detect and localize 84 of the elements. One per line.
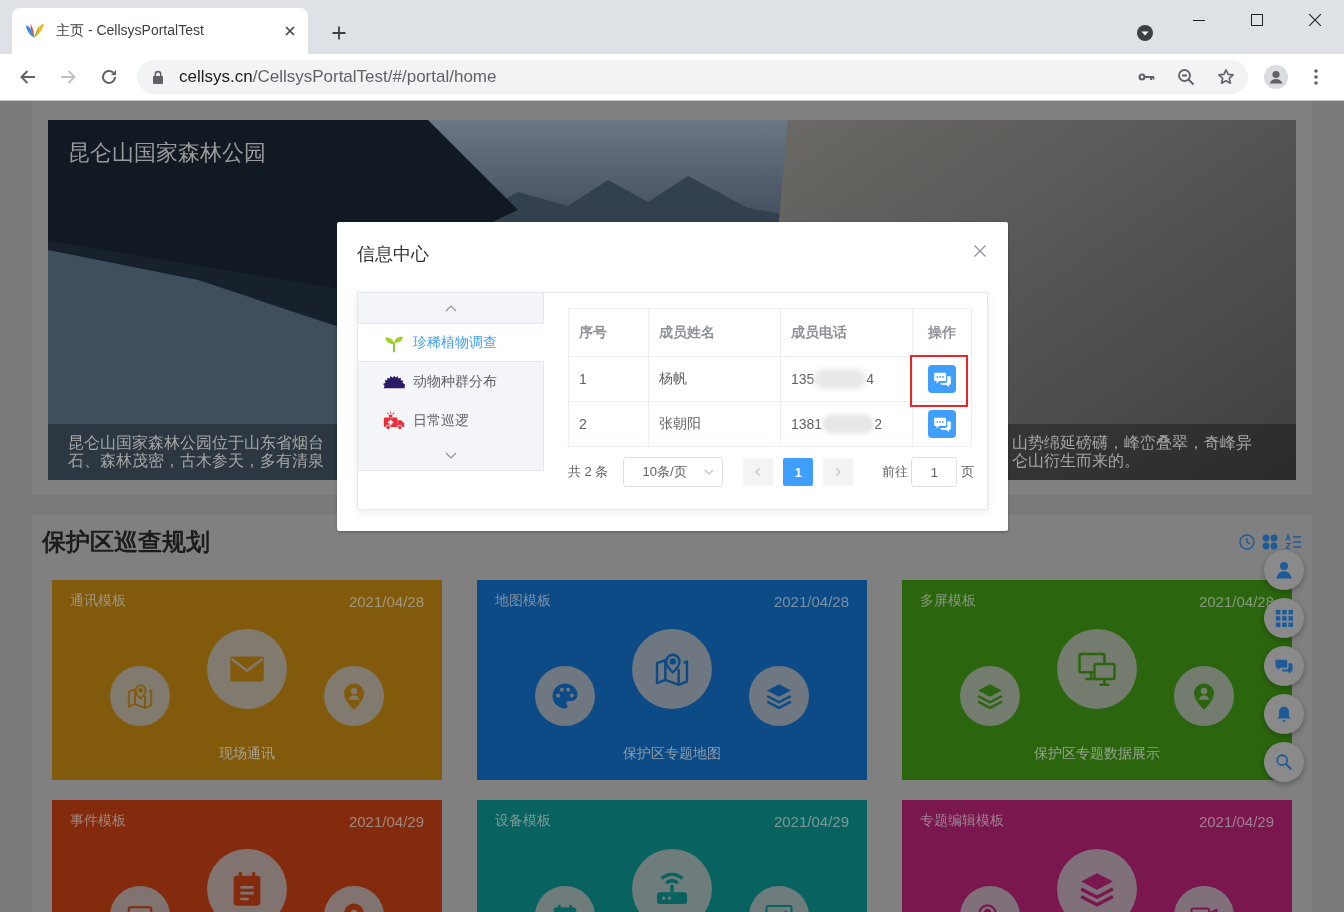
browser-tab[interactable]: 主页 - CellsysPortalTest [12,8,308,54]
card-date: 2021/04/28 [1198,592,1274,610]
page-input[interactable]: 1 [911,457,958,487]
template-card[interactable]: 事件模板 2021/04/29 [52,800,442,912]
chevron-up-icon[interactable] [444,304,457,312]
layers-icon [749,666,809,726]
page-button[interactable]: 1 [783,458,814,486]
person-pin-icon [1174,666,1234,726]
reload-icon[interactable] [100,68,118,86]
ambulance-icon [383,410,405,431]
message-button[interactable] [928,410,956,438]
phone-number-end: 4 [866,371,875,387]
layers-icon [1057,849,1137,912]
column-header: 成员电话 [780,308,913,357]
banner-title: 昆仑山国家森林公园 [68,139,266,167]
column-header: 成员姓名 [648,308,781,357]
table-cell: 杨帆 [648,356,781,402]
category-item[interactable]: 珍稀植物调查 [358,323,544,362]
address-bar[interactable]: cellsys.cn/CellsysPortalTest/#/portal/home [137,60,1248,94]
close-icon[interactable] [972,243,988,259]
phone-number-start: 135 [791,371,815,387]
table-cell: 张朝阳 [648,401,781,447]
banner-caption: 昆仑山国家森林公园位于山东省烟台 石、森林茂密，古木参天，多有清泉 [68,434,324,471]
banner-caption: 山势绵延磅礴，峰峦叠翠，奇峰异 仑山衍生而来的。 [1012,434,1253,471]
template-card[interactable]: 地图模板 2021/04/28 保护区专题地图 [477,580,867,780]
notepad-icon [207,849,287,912]
person-pin-icon [324,666,384,726]
palette-icon [535,666,595,726]
close-window-icon[interactable] [1309,14,1321,26]
phone-number-end: 2 [874,416,882,432]
card-date: 2021/04/28 [348,592,424,610]
section-title: 保护区巡查规划 [42,527,210,557]
tile-view-icon[interactable] [1262,534,1278,550]
card-category: 多屏模板 [920,592,976,610]
sort-list-icon[interactable] [1285,534,1301,550]
card-date: 2021/04/29 [773,812,849,830]
column-header: 操作 [912,308,972,357]
chevron-down-icon [704,469,715,475]
lock-icon[interactable] [152,70,164,84]
maximize-icon[interactable] [1251,14,1263,26]
card-date: 2021/04/28 [773,592,849,610]
template-card[interactable]: 设备模板 2021/04/29 [477,800,867,912]
message-button[interactable] [928,365,956,393]
map-icon [110,666,170,726]
category-item[interactable]: 动物种群分布 [358,362,543,401]
dialog-title: 信息中心 [357,243,429,266]
pagination-total: 共 2 条 [568,463,609,481]
card-category: 专题编辑模板 [920,812,1004,830]
bookmark-star-icon[interactable] [1217,68,1235,86]
card-date: 2021/04/29 [1198,812,1274,830]
clock-icon[interactable] [1239,534,1255,550]
page-size-select[interactable]: 10条/页 [623,457,724,487]
chevron-down-icon[interactable] [444,451,457,459]
tab-search-icon[interactable] [1137,25,1153,41]
table-cell: 2 [568,401,649,447]
menu-icon[interactable] [1314,69,1318,85]
back-icon[interactable] [19,68,37,86]
bell-icon [1275,705,1293,723]
card-title: 现场通讯 [219,744,275,763]
goto-label: 前往 [882,463,909,481]
card-date: 2021/04/29 [348,812,424,830]
search-icon [1275,753,1293,771]
chat-icon [1275,657,1293,675]
template-card[interactable]: 专题编辑模板 2021/04/29 [902,800,1292,912]
layers-icon [960,666,1020,726]
card-category: 设备模板 [495,812,551,830]
card-title: 保护区专题数据展示 [1034,744,1160,763]
table-cell: 1 [568,356,649,402]
card-category: 事件模板 [70,812,126,830]
category-item[interactable]: 日常巡逻 [358,401,543,440]
page-unit-label: 页 [961,463,975,481]
column-header: 序号 [568,308,649,357]
zoom-out-icon[interactable] [1177,68,1195,86]
template-card[interactable]: 通讯模板 2021/04/28 现场通讯 [52,580,442,780]
card-title: 保护区专题地图 [623,744,721,763]
person-icon [1275,561,1293,579]
grid-icon [1275,609,1293,627]
phone-number-start: 1381 [791,416,823,432]
template-card[interactable]: 多屏模板 2021/04/28 保护区专题数据展示 [902,580,1292,780]
card-category: 通讯模板 [70,592,126,610]
card-category: 地图模板 [495,592,551,610]
router-icon [632,849,712,912]
profile-avatar-icon[interactable] [1264,65,1288,89]
new-tab-icon[interactable] [331,25,347,41]
